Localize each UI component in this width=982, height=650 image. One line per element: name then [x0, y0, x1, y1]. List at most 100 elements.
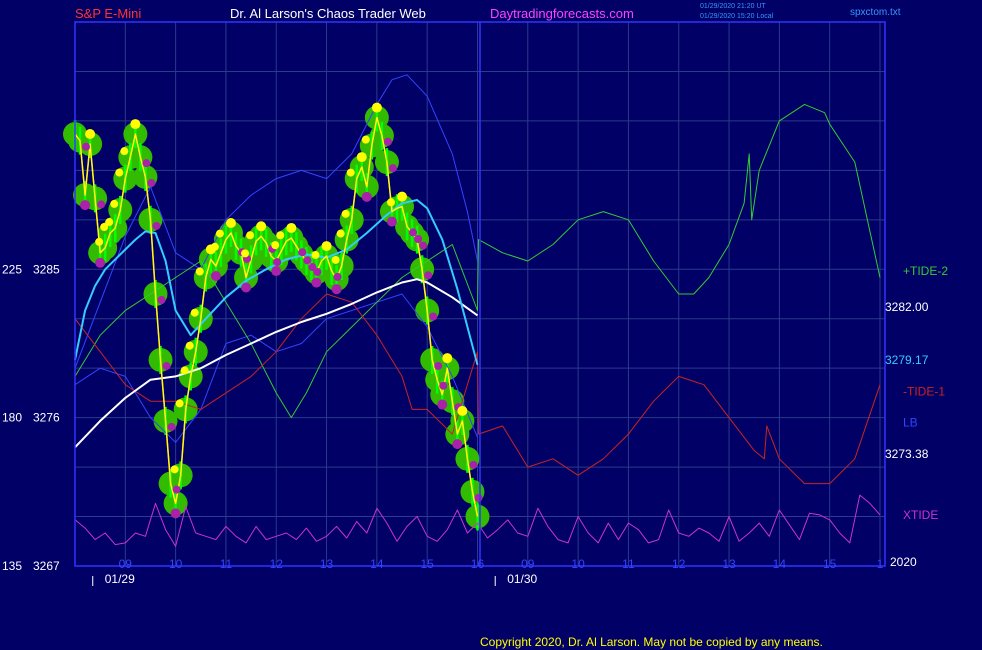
rise-dot-41 [271, 241, 280, 250]
fall-dot-14 [147, 178, 156, 187]
low-dot-63 [386, 216, 397, 227]
fall-dot-67 [414, 235, 423, 244]
low-dot-76 [452, 439, 463, 450]
site-name: Daytradingforecasts.com [490, 6, 634, 21]
rise-dot-21 [170, 465, 179, 474]
x-tick-label-13: 14 [773, 557, 787, 571]
fall-dot-44 [298, 248, 307, 257]
high-dot-3 [85, 128, 96, 139]
rise-dot-11 [120, 147, 129, 156]
low-dot-40 [271, 266, 282, 277]
timestamp-ut: 01/29/2020 21:20 UT [700, 3, 766, 10]
right-label-6: XTIDE [903, 508, 938, 522]
rise-dot-9 [110, 199, 119, 208]
rise-dot-24 [185, 341, 194, 350]
chart-background [0, 0, 982, 650]
high-dot-50 [321, 241, 332, 252]
high-dot-12 [130, 119, 141, 130]
fall-dot-68 [419, 241, 428, 250]
fall-dot-47 [313, 267, 322, 276]
high-dot-74 [442, 353, 453, 364]
low-dot-48 [311, 277, 322, 288]
rise-dot-49 [311, 251, 320, 260]
fall-dot-66 [409, 228, 418, 237]
x-tick-label-1: 10 [169, 557, 183, 571]
x-tick-label-9: 10 [571, 557, 585, 571]
x-tick-label-14: 15 [823, 557, 837, 571]
rise-dot-26 [195, 267, 204, 276]
fall-dot-16 [157, 296, 166, 304]
fall-dot-18 [167, 422, 176, 431]
timestamp-local: 01/29/2020 15:20 Local [700, 13, 774, 20]
rise-dot-23 [180, 366, 189, 375]
rise-dot-53 [331, 255, 340, 264]
left-price-label-1: 3276 [33, 411, 60, 425]
x-tick-label-3: 12 [270, 557, 284, 571]
low-dot-58 [361, 191, 372, 202]
low-dot-73 [437, 399, 448, 410]
fall-dot-78 [469, 460, 478, 469]
rise-dot-10 [115, 168, 124, 177]
low-dot-28 [210, 270, 221, 281]
date-label-0: 01/29 [105, 572, 135, 586]
x-tick-label-11: 12 [672, 557, 686, 571]
right-label-2: 3279.17 [885, 353, 929, 367]
x-tick-label-6: 15 [420, 557, 434, 571]
symbol-label: S&P E-Mini [75, 6, 141, 21]
rise-dot-42 [276, 231, 285, 240]
fall-dot-1 [82, 142, 91, 151]
fall-dot-72 [439, 381, 448, 390]
rise-dot-59 [361, 135, 370, 144]
fall-dot-45 [303, 256, 312, 265]
rise-dot-36 [246, 231, 255, 240]
date-label-1: 01/30 [507, 572, 537, 586]
fall-dot-79 [474, 493, 483, 502]
x-tick-label-12: 13 [722, 557, 736, 571]
x-tick-label-2: 11 [220, 557, 233, 571]
high-dot-31 [225, 218, 236, 229]
low-dot-52 [331, 284, 342, 295]
low-dot-34 [241, 282, 252, 293]
right-label-3: -TIDE-1 [903, 384, 945, 398]
x-tick-label-10: 11 [622, 557, 635, 571]
left-alt-label-1: 180 [2, 411, 22, 425]
x-tick-label-0: 09 [119, 557, 133, 571]
fall-dot-17 [162, 361, 171, 370]
fall-dot-39 [273, 258, 282, 267]
rise-dot-54 [336, 229, 345, 238]
data-file-name: spxctom.txt [850, 7, 901, 18]
rise-dot-25 [190, 308, 199, 317]
high-dot-37 [256, 221, 267, 232]
rise-dot-35 [241, 249, 250, 258]
low-dot-20 [170, 508, 181, 519]
right-label-0: +TIDE-2 [903, 264, 948, 278]
left-price-label-2: 3267 [33, 559, 60, 573]
x-tick-label-4: 13 [320, 557, 334, 571]
fall-dot-13 [142, 159, 151, 168]
copyright-notice: Copyright 2020, Dr. Al Larson. May not b… [480, 635, 823, 649]
rise-dot-56 [346, 168, 355, 177]
x-tick-label-5: 14 [370, 557, 384, 571]
left-alt-label-0: 225 [2, 262, 22, 276]
fall-dot-4 [97, 200, 106, 209]
fall-dot-69 [424, 271, 433, 280]
rise-dot-55 [341, 209, 350, 218]
high-dot-65 [397, 191, 408, 202]
fall-dot-70 [429, 312, 438, 321]
left-price-label-0: 3285 [33, 262, 60, 276]
high-dot-57 [356, 152, 367, 163]
fall-dot-62 [388, 164, 397, 173]
x-tick-label-8: 09 [521, 557, 535, 571]
rise-dot-30 [215, 229, 224, 238]
rise-dot-8 [105, 218, 114, 227]
left-alt-label-2: 135 [2, 559, 22, 573]
x-tick-label-7: 16 [471, 557, 485, 571]
rise-dot-6 [95, 237, 104, 246]
high-dot-43 [286, 222, 297, 233]
high-dot-77 [457, 405, 468, 416]
rise-dot-29 [210, 242, 219, 251]
fall-dot-71 [434, 361, 443, 370]
right-label-5: 3273.38 [885, 447, 929, 461]
fall-dot-51 [333, 272, 342, 281]
rise-dot-64 [386, 198, 395, 207]
